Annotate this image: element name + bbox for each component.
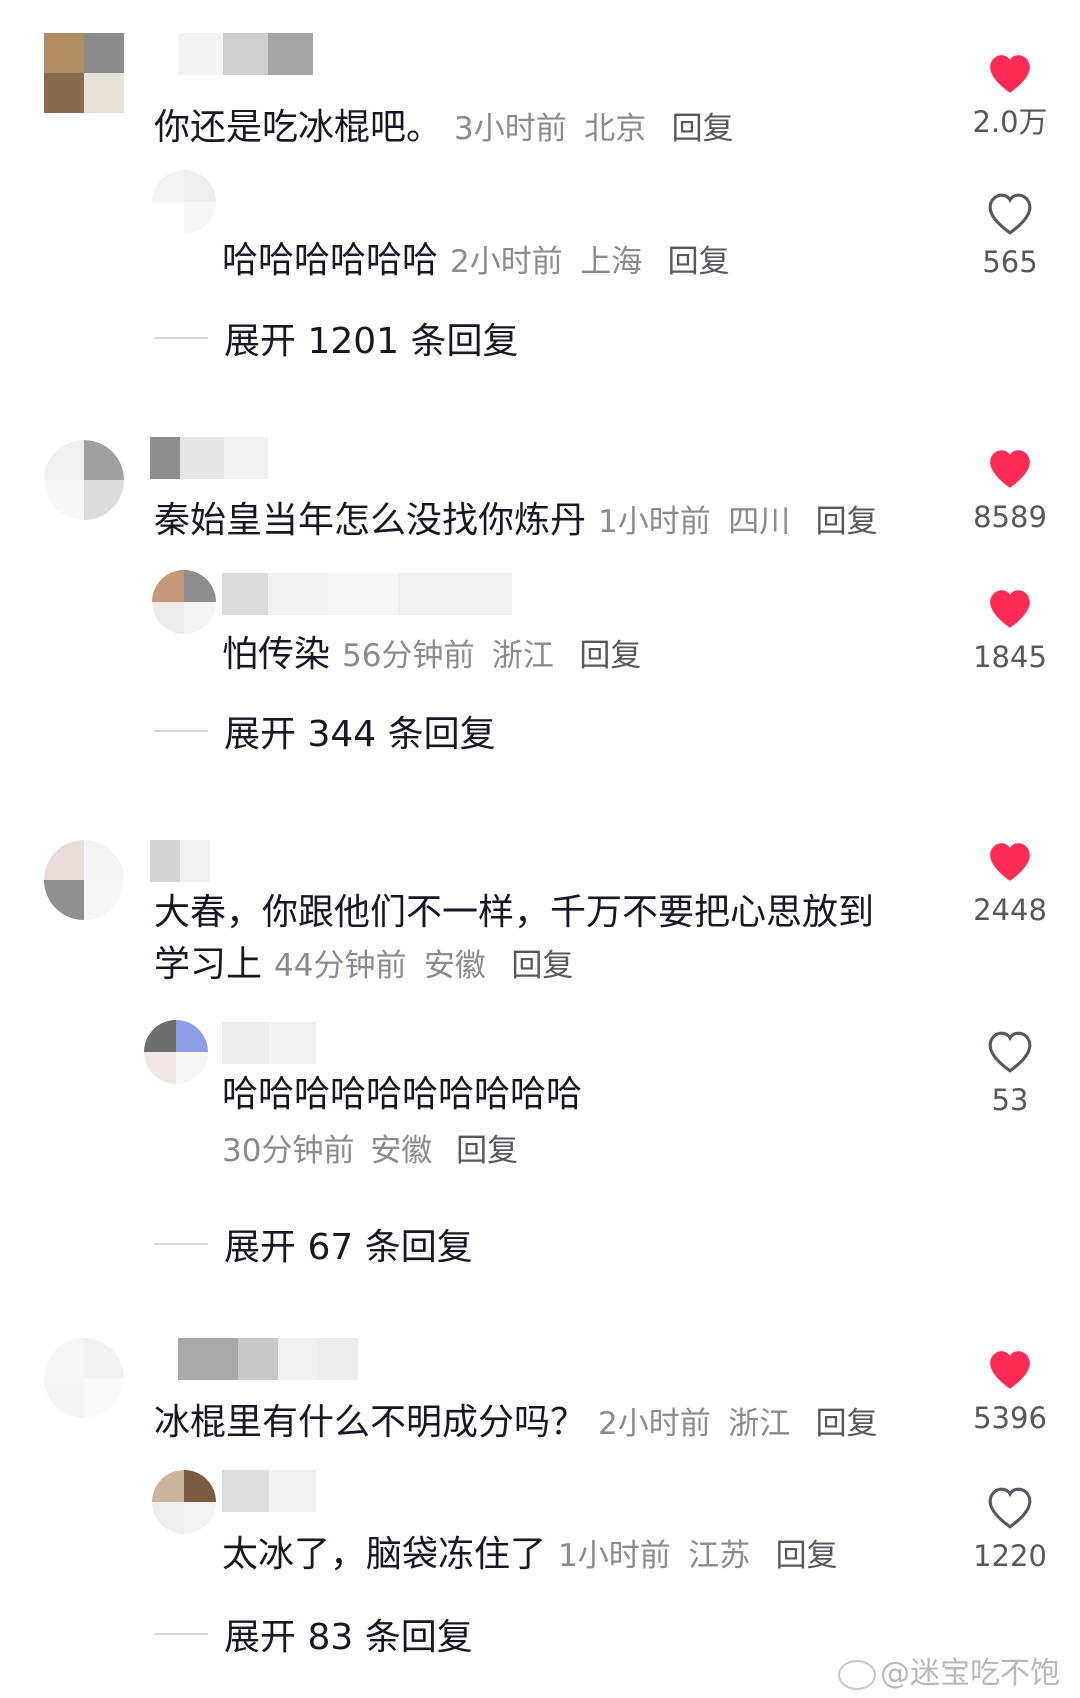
reply-time: 56分钟前	[342, 638, 475, 674]
reply-button[interactable]: 回复	[579, 638, 641, 674]
like-count: 1845	[973, 640, 1047, 674]
reply-button[interactable]: 回复	[816, 1406, 878, 1442]
comment-text: 你还是吃冰棍吧。	[154, 107, 443, 148]
like-count: 1220	[973, 1539, 1047, 1573]
like-button[interactable]: 8589	[960, 445, 1060, 535]
avatar[interactable]	[44, 440, 124, 520]
reply-text-row: 哈哈哈哈哈哈哈哈哈哈	[222, 1070, 582, 1120]
avatar[interactable]	[152, 570, 216, 634]
expand-replies-label: 展开 83 条回复	[224, 1617, 473, 1658]
like-button[interactable]: 2.0万	[960, 50, 1060, 140]
comment-text-row: 你还是吃冰棍吧。 3小时前 北京 回复	[154, 103, 734, 154]
reply-button[interactable]: 回复	[668, 244, 730, 280]
divider	[154, 1633, 208, 1635]
comment-location: 安徽	[423, 948, 486, 984]
username[interactable]	[178, 1338, 358, 1380]
username[interactable]	[150, 840, 210, 882]
reply-text: 怕传染	[222, 634, 331, 675]
expand-replies-button[interactable]: 展开 344 条回复	[154, 705, 496, 757]
weibo-icon	[838, 1659, 876, 1690]
watermark-text: @迷宝吃不饱	[880, 1656, 1060, 1691]
reply-text-row: 太冰了，脑袋冻住了 1小时前 江苏 回复	[222, 1530, 838, 1581]
reply-location: 江苏	[688, 1538, 751, 1574]
reply-button[interactable]: 回复	[672, 111, 734, 147]
comment-location: 浙江	[728, 1406, 791, 1442]
username[interactable]	[222, 1470, 316, 1512]
comment-time: 44分钟前	[274, 948, 407, 984]
reply-location: 浙江	[491, 638, 554, 674]
like-count: 8589	[973, 500, 1047, 534]
reply-location: 安徽	[370, 1133, 433, 1169]
reply-location: 上海	[580, 244, 643, 280]
avatar[interactable]	[144, 1020, 208, 1084]
comment-text-row: 学习上 44分钟前 安徽 回复	[154, 940, 573, 991]
expand-replies-label: 展开 344 条回复	[224, 714, 496, 755]
comment-location: 四川	[728, 504, 791, 540]
expand-replies-button[interactable]: 展开 67 条回复	[154, 1218, 473, 1270]
username[interactable]	[222, 573, 512, 615]
avatar[interactable]	[152, 170, 216, 234]
divider	[154, 337, 208, 339]
comment-location: 北京	[584, 111, 647, 147]
heart-outline-icon	[988, 193, 1032, 235]
like-button[interactable]: 1845	[960, 585, 1060, 675]
avatar[interactable]	[44, 1338, 124, 1418]
comment-text-row: 秦始皇当年怎么没找你炼丹 1小时前 四川 回复	[154, 496, 878, 547]
reply-time: 30分钟前	[222, 1133, 355, 1169]
like-button[interactable]: 53	[960, 1028, 1060, 1118]
heart-filled-icon	[990, 1351, 1030, 1389]
comment-time: 1小时前	[598, 504, 711, 540]
comment-text: 冰棍里有什么不明成分吗？	[154, 1402, 587, 1443]
like-button[interactable]: 1220	[960, 1484, 1060, 1574]
watermark: @迷宝吃不饱	[838, 1648, 1060, 1692]
reply-button[interactable]: 回复	[511, 948, 573, 984]
like-count: 2448	[973, 893, 1047, 927]
expand-replies-button[interactable]: 展开 1201 条回复	[154, 312, 519, 364]
heart-filled-icon	[990, 843, 1030, 881]
like-button[interactable]: 565	[960, 190, 1060, 280]
like-count: 565	[982, 245, 1038, 279]
avatar[interactable]	[44, 840, 124, 920]
expand-replies-button[interactable]: 展开 83 条回复	[154, 1608, 473, 1660]
heart-filled-icon	[990, 590, 1030, 628]
username[interactable]	[150, 437, 268, 479]
avatar[interactable]	[44, 33, 124, 113]
like-count: 2.0万	[972, 105, 1048, 139]
reply-text-row: 哈哈哈哈哈哈 2小时前 上海 回复	[222, 236, 730, 287]
reply-text-row: 怕传染 56分钟前 浙江 回复	[222, 630, 641, 681]
reply-time: 2小时前	[450, 244, 563, 280]
reply-button[interactable]: 回复	[816, 504, 878, 540]
reply-button[interactable]: 回复	[456, 1133, 518, 1169]
reply-text: 哈哈哈哈哈哈哈哈哈哈	[222, 1074, 583, 1115]
heart-filled-icon	[990, 55, 1030, 93]
heart-outline-icon	[988, 1487, 1032, 1529]
comment-time: 2小时前	[598, 1406, 711, 1442]
like-button[interactable]: 2448	[960, 838, 1060, 928]
comment-text: 大春，你跟他们不一样，千万不要把心思放到	[154, 892, 875, 933]
heart-outline-icon	[988, 1031, 1032, 1073]
comment-text-row: 冰棍里有什么不明成分吗？ 2小时前 浙江 回复	[154, 1398, 878, 1449]
divider	[154, 1243, 208, 1245]
like-button[interactable]: 5396	[960, 1346, 1060, 1436]
comment-text-line1: 大春，你跟他们不一样，千万不要把心思放到	[154, 888, 874, 938]
comment-text: 学习上	[154, 944, 263, 985]
username[interactable]	[222, 1022, 316, 1064]
like-count: 53	[991, 1083, 1029, 1117]
reply-text: 太冰了，脑袋冻住了	[222, 1534, 547, 1575]
heart-filled-icon	[990, 450, 1030, 488]
reply-button[interactable]: 回复	[776, 1538, 838, 1574]
reply-time: 1小时前	[558, 1538, 671, 1574]
comment-text: 秦始皇当年怎么没找你炼丹	[154, 500, 587, 541]
divider	[154, 730, 208, 732]
comment-time: 3小时前	[454, 111, 567, 147]
username[interactable]	[178, 33, 313, 75]
reply-text: 哈哈哈哈哈哈	[222, 240, 439, 281]
reply-meta-row: 30分钟前 安徽 回复	[222, 1128, 518, 1174]
avatar[interactable]	[152, 1470, 216, 1534]
expand-replies-label: 展开 1201 条回复	[224, 321, 519, 362]
like-count: 5396	[973, 1401, 1047, 1435]
expand-replies-label: 展开 67 条回复	[224, 1227, 473, 1268]
